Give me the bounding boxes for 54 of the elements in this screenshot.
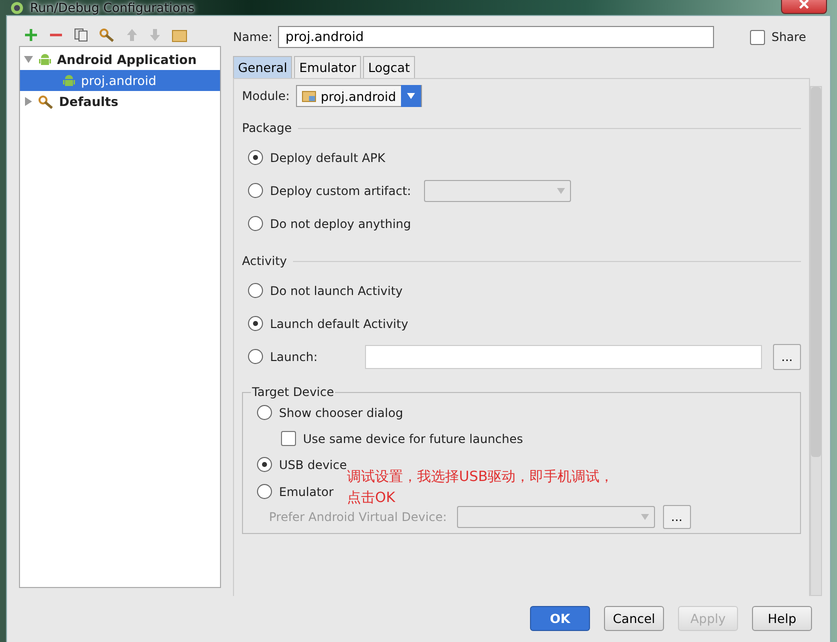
radio-button[interactable]	[248, 316, 263, 331]
activity-input-field[interactable]	[364, 344, 762, 368]
radio-label: Emulator	[279, 484, 334, 498]
folder-icon	[302, 90, 316, 102]
radio-button[interactable]	[248, 216, 263, 231]
radio-label: USB device	[279, 458, 347, 472]
tab[interactable]: Emulator	[294, 56, 362, 78]
dialog-button[interactable]: Help	[752, 606, 812, 631]
module-label: Module:	[242, 89, 290, 103]
radio-label: Deploy custom artifact:	[270, 184, 412, 198]
name-input-field[interactable]: proj.android	[278, 26, 714, 48]
radio-label: Do not deploy anything	[270, 216, 411, 230]
radio-label: Deploy default APK	[270, 150, 386, 164]
expand-arrow-icon[interactable]	[24, 97, 33, 106]
module-dropdown[interactable]: proj.android	[296, 85, 422, 107]
section-title: Package	[242, 121, 292, 135]
radio-label: Do not launch Activity	[270, 284, 403, 298]
radio-button[interactable]	[248, 349, 263, 364]
dialog-button[interactable]: Cancel	[604, 606, 664, 631]
share-checkbox[interactable]	[750, 30, 766, 44]
dropdown-arrow-icon	[407, 93, 416, 99]
annotation-text: 调试设置，我选择USB驱动，即手机调试，点击OK	[347, 468, 615, 508]
radio-label: Launch default Activity	[270, 316, 408, 330]
dialog-button[interactable]: OK	[530, 606, 590, 631]
radio-button[interactable]	[248, 283, 263, 298]
tree-item[interactable]: Defaults	[20, 91, 220, 112]
name-label: Name:	[233, 30, 272, 44]
radio-button[interactable]	[257, 405, 272, 420]
tab[interactable]: General	[233, 56, 292, 78]
tab[interactable]: Logcat	[363, 56, 415, 78]
copy-icon[interactable]	[74, 28, 88, 42]
window-title: Run/Debug Configurations	[30, 0, 195, 15]
checkbox-label: Use same device for future launches	[303, 432, 524, 446]
radio-button[interactable]	[248, 150, 263, 165]
tree-item[interactable]: proj.android	[20, 70, 220, 91]
checkbox[interactable]	[281, 431, 296, 446]
browse-button[interactable]: ...	[773, 344, 801, 370]
radio-label: Launch:	[270, 350, 318, 364]
radio-button[interactable]	[257, 457, 272, 472]
avd-label: Prefer Android Virtual Device:	[269, 510, 447, 524]
scrollbar[interactable]	[810, 86, 822, 596]
dropdown-arrow-icon	[640, 514, 649, 520]
add-icon[interactable]	[24, 28, 38, 42]
group-title: Target Device	[251, 385, 335, 399]
share-label: Share	[771, 30, 806, 44]
dropdown-arrow-icon	[557, 188, 566, 194]
folder-icon[interactable]	[172, 28, 187, 42]
tree-item[interactable]: Android Application	[20, 49, 220, 70]
section-title: Activity	[242, 254, 287, 268]
expand-arrow-icon[interactable]	[24, 55, 33, 64]
close-icon	[799, 0, 809, 8]
radio-button[interactable]	[248, 183, 263, 198]
radio-button[interactable]	[257, 484, 272, 499]
radio-label: Show chooser dialog	[279, 406, 404, 420]
